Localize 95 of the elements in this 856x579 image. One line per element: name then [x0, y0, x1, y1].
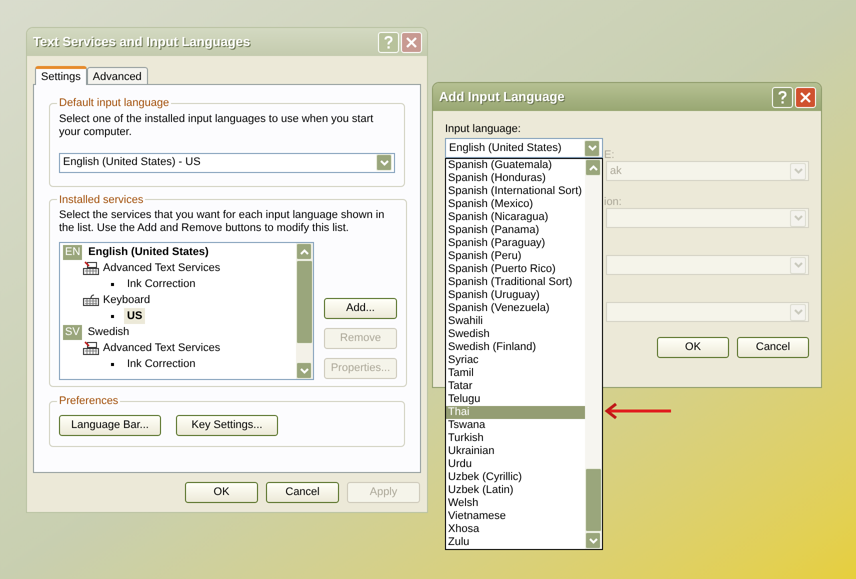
- list-option[interactable]: Zulu: [446, 536, 585, 549]
- list-option[interactable]: Spanish (Nicaragua): [446, 211, 585, 224]
- keyboard-pen-icon: [83, 261, 99, 275]
- list-option[interactable]: Uzbek (Latin): [446, 484, 585, 497]
- scrollbar[interactable]: [585, 159, 602, 549]
- tab[interactable]: Settings: [35, 66, 87, 85]
- bullet-icon: [111, 314, 114, 318]
- dialog-button[interactable]: Key Settings...: [176, 414, 278, 436]
- window-title: Add Input Language: [439, 88, 565, 106]
- list-option[interactable]: Spanish (Guatemala): [446, 159, 585, 172]
- scroll-down-button[interactable]: [296, 362, 312, 379]
- dialog-button[interactable]: OK: [657, 337, 729, 358]
- dialog-button[interactable]: Cancel: [266, 482, 339, 503]
- dialog-button[interactable]: Add...: [324, 298, 397, 319]
- list-option[interactable]: Welsh: [446, 497, 585, 510]
- help-button[interactable]: [378, 32, 399, 52]
- description-text: Select the services that you want for each input language shown in the list. Use the Add and Remove buttons to modify this list.: [59, 209, 386, 235]
- chevron-up-icon: [300, 248, 308, 254]
- tree-item[interactable]: Keyboard: [103, 292, 150, 308]
- list-option[interactable]: Spanish (Paraguay): [446, 237, 585, 250]
- list-option[interactable]: Swahili: [446, 315, 585, 328]
- chevron-down-icon: [794, 262, 802, 268]
- field-label: E:: [604, 149, 616, 161]
- dropdown-field[interactable]: English (United States): [445, 138, 603, 158]
- close-icon: [800, 92, 811, 102]
- list-option[interactable]: Xhosa: [446, 523, 585, 536]
- list-option[interactable]: Spanish (Panama): [446, 224, 585, 237]
- list-option[interactable]: Tswana: [446, 419, 585, 432]
- list-option[interactable]: Spanish (Traditional Sort): [446, 276, 585, 289]
- bullet-icon: [111, 362, 114, 366]
- tree-item[interactable]: Ink Correction: [124, 356, 198, 372]
- field-label: ion:: [604, 196, 623, 208]
- chevron-down-icon: [588, 538, 598, 544]
- list-option[interactable]: Spanish (Peru): [446, 250, 585, 263]
- tree-item[interactable]: US: [124, 308, 146, 324]
- list-option[interactable]: Spanish (Puerto Rico): [446, 263, 585, 276]
- list-option[interactable]: Uzbek (Cyrillic): [446, 471, 585, 484]
- tree-item[interactable]: Swedish: [88, 324, 130, 340]
- list-option[interactable]: Vietnamese: [446, 510, 585, 523]
- list-option[interactable]: Spanish (Honduras): [446, 172, 585, 185]
- chevron-down-icon: [380, 160, 388, 166]
- chevron-down-icon: [794, 309, 802, 315]
- language-badge: SV: [63, 324, 82, 340]
- tree-item[interactable]: Advanced Text Services: [103, 260, 220, 276]
- dropdown-button[interactable]: [376, 154, 392, 171]
- list-option[interactable]: Swedish (Finland): [446, 341, 585, 354]
- language-badge: EN: [63, 244, 82, 260]
- chevron-down-icon: [300, 368, 308, 374]
- close-icon: [406, 36, 417, 48]
- help-icon: [778, 90, 787, 104]
- keyboard-pen-icon: [83, 341, 99, 355]
- list-option[interactable]: Swedish: [446, 328, 585, 341]
- help-button[interactable]: [772, 86, 793, 108]
- help-icon: [384, 36, 393, 48]
- list-option[interactable]: Spanish (Venezuela): [446, 302, 585, 315]
- annotation-arrow: [604, 403, 671, 419]
- tab[interactable]: Advanced: [86, 67, 148, 84]
- list-option[interactable]: Urdu: [446, 458, 585, 471]
- scrollbar-thumb[interactable]: [585, 468, 602, 532]
- scroll-down-button[interactable]: [585, 532, 601, 549]
- chevron-down-icon: [794, 168, 802, 174]
- list-option[interactable]: Ukrainian: [446, 445, 585, 458]
- keyboard-icon: [83, 293, 99, 307]
- close-button[interactable]: [401, 32, 422, 52]
- chevron-up-icon: [588, 164, 598, 170]
- chevron-down-icon: [794, 215, 802, 221]
- list-option[interactable]: Spanish (International Sort): [446, 185, 585, 198]
- field-label: Input language:: [445, 122, 522, 137]
- group-title: Installed services: [58, 192, 144, 208]
- list-option[interactable]: Tamil: [446, 367, 585, 380]
- group-title: Preferences: [58, 394, 120, 409]
- scrollbar-thumb[interactable]: [296, 260, 313, 344]
- list-option[interactable]: Syriac: [446, 354, 585, 367]
- dropdown-button[interactable]: [584, 140, 600, 156]
- group-title: Default input language: [58, 96, 170, 111]
- dialog-button[interactable]: OK: [185, 482, 258, 503]
- dropdown-field[interactable]: English (United States) - US: [59, 152, 395, 172]
- tree-item[interactable]: Ink Correction: [124, 276, 198, 292]
- scroll-up-button[interactable]: [585, 159, 601, 176]
- list-option[interactable]: Telugu: [446, 393, 585, 406]
- list-option[interactable]: Spanish (Uruguay): [446, 289, 585, 302]
- tree-item[interactable]: Advanced Text Services: [103, 340, 220, 356]
- list-option[interactable]: Turkish: [446, 432, 585, 445]
- list-option[interactable]: Tatar: [446, 380, 585, 393]
- dialog-button[interactable]: Cancel: [737, 337, 809, 358]
- list-option[interactable]: Spanish (Mexico): [446, 198, 585, 211]
- scrollbar[interactable]: [296, 243, 313, 379]
- description-text: Select one of the installed input languages to use when you start your computer.: [59, 112, 374, 138]
- chevron-down-icon: [588, 145, 596, 151]
- window-title: Text Services and Input Languages: [33, 33, 250, 52]
- scroll-up-button[interactable]: [296, 243, 312, 260]
- tree-item[interactable]: English (United States): [88, 244, 209, 260]
- close-button[interactable]: [795, 86, 816, 108]
- dialog-button[interactable]: Language Bar...: [59, 414, 161, 436]
- bullet-icon: [111, 282, 114, 286]
